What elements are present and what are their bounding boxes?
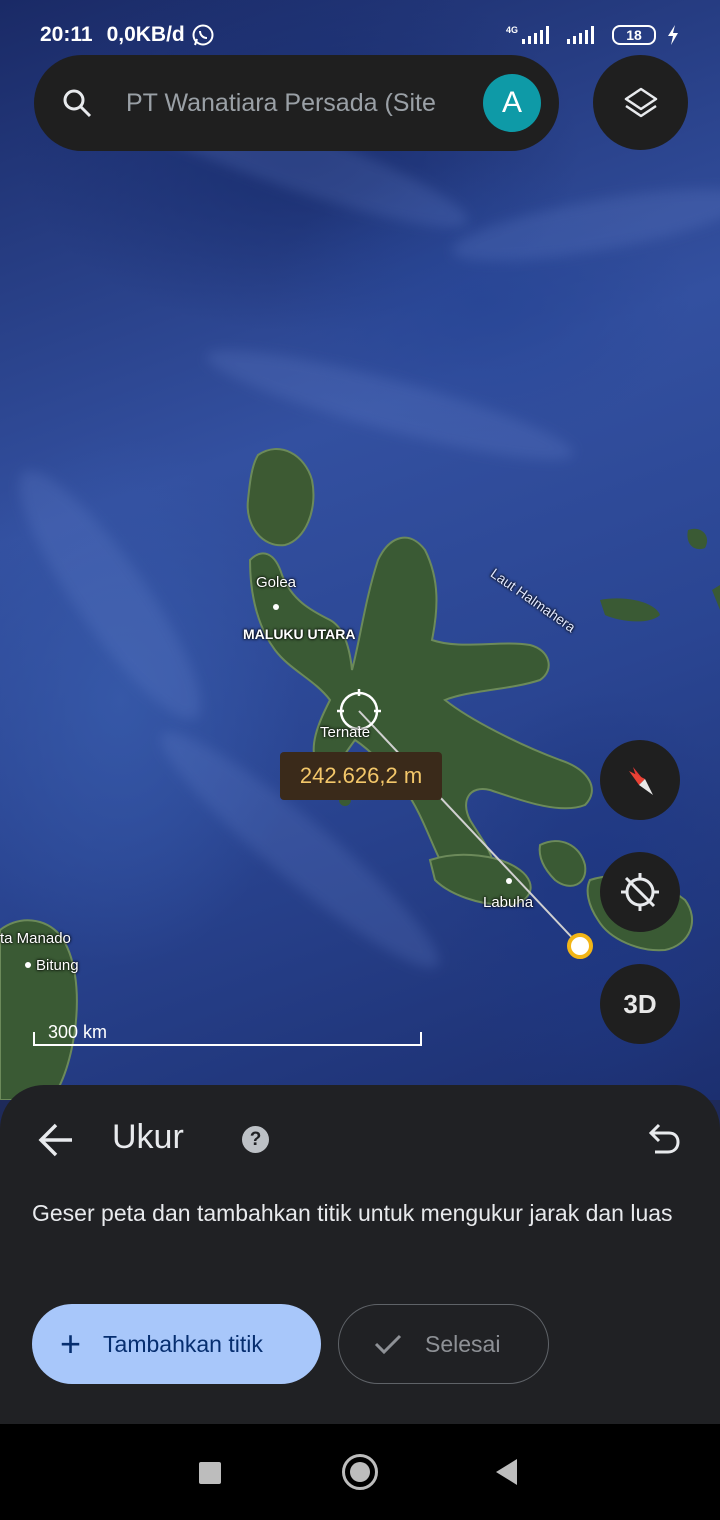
plus-icon: + xyxy=(60,1323,82,1364)
labuha-marker xyxy=(506,878,512,884)
done-button[interactable]: Selesai xyxy=(338,1304,549,1384)
battery-icon: 18 xyxy=(612,25,656,45)
measurement-distance: 242.626,2 m xyxy=(280,752,442,800)
network-type: 4G xyxy=(505,25,518,35)
map-label-ternate: Ternate xyxy=(320,724,371,741)
sheet-title: Ukur xyxy=(112,1118,184,1156)
search-bar[interactable]: PT Wanatiara Persada (Site A xyxy=(34,55,559,151)
layers-button[interactable] xyxy=(593,55,688,150)
compass-icon xyxy=(629,767,653,795)
whatsapp-icon xyxy=(192,24,214,46)
satellite-map[interactable]: Golea MALUKU UTARA Ternate Labuha Laut H… xyxy=(0,0,720,1100)
help-icon[interactable]: ? xyxy=(242,1126,269,1153)
land-masses xyxy=(0,448,720,1100)
map-label-manado: ta Manado xyxy=(0,930,71,947)
map-label-labuha: Labuha xyxy=(483,894,534,911)
scale-bar: 300 km xyxy=(33,1022,422,1046)
status-data-rate: 0,0KB/d xyxy=(106,23,185,46)
arrow-back-icon[interactable] xyxy=(36,1120,76,1160)
scale-label: 300 km xyxy=(48,1022,108,1042)
signal-icon xyxy=(522,26,549,44)
map-label-bitung: Bitung xyxy=(36,957,79,974)
done-label: Selesai xyxy=(425,1330,501,1357)
search-input[interactable]: PT Wanatiara Persada (Site xyxy=(126,89,466,118)
search-icon[interactable] xyxy=(62,88,92,118)
add-point-label: Tambahkan titik xyxy=(103,1330,263,1357)
add-point-button[interactable]: + Tambahkan titik xyxy=(32,1304,321,1384)
my-location-button[interactable] xyxy=(600,852,680,932)
check-icon xyxy=(374,1334,402,1355)
3d-toggle-button[interactable]: 3D xyxy=(600,964,680,1044)
status-time: 20:11 xyxy=(40,23,93,46)
sheet-description: Geser peta dan tambahkan titik untuk men… xyxy=(32,1200,673,1226)
charging-icon xyxy=(668,25,678,45)
map-label-golea: Golea xyxy=(256,574,297,591)
compass-button[interactable] xyxy=(600,740,680,820)
battery-level: 18 xyxy=(626,27,642,43)
measure-point[interactable] xyxy=(567,933,593,959)
avatar[interactable]: A xyxy=(483,74,541,132)
recents-button[interactable] xyxy=(199,1462,221,1484)
signal-icon-2 xyxy=(567,26,594,44)
location-off-icon xyxy=(621,873,659,911)
back-button[interactable] xyxy=(496,1459,517,1485)
home-button[interactable] xyxy=(342,1454,378,1490)
bitung-marker xyxy=(25,962,31,968)
map-label-maluku-utara: MALUKU UTARA xyxy=(243,626,356,642)
layers-icon xyxy=(624,87,657,117)
golea-marker xyxy=(273,604,279,610)
undo-icon[interactable] xyxy=(645,1121,681,1157)
